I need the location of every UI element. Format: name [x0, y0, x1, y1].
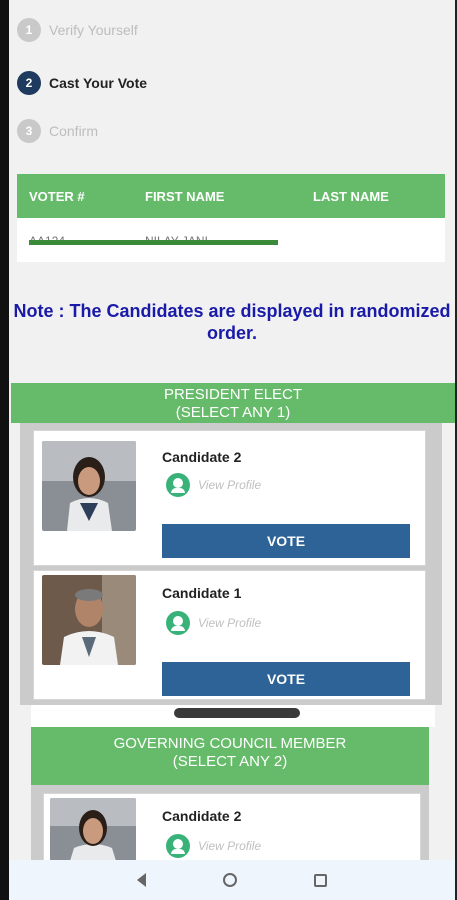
- device-frame-left: [0, 0, 9, 900]
- section-header-president-elect: PRESIDENT ELECT (SELECT ANY 1): [11, 383, 455, 423]
- voter-table-header: VOTER # FIRST NAME LAST NAME: [17, 174, 445, 218]
- section-title: PRESIDENT ELECT: [163, 386, 303, 403]
- vote-button[interactable]: VOTE: [162, 524, 410, 558]
- view-profile-label[interactable]: View Profile: [198, 478, 261, 492]
- redaction-line: [29, 240, 278, 245]
- step-number-badge: 3: [17, 119, 41, 143]
- view-profile-link[interactable]: View Profile: [166, 611, 261, 635]
- scroll-indicator: [174, 708, 300, 718]
- view-profile-link[interactable]: View Profile: [166, 834, 261, 858]
- candidate-name: Candidate 2: [162, 449, 242, 465]
- recents-icon[interactable]: [313, 873, 327, 887]
- back-icon[interactable]: [137, 873, 147, 887]
- section-subtitle: (SELECT ANY 1): [175, 404, 291, 421]
- view-profile-link[interactable]: View Profile: [166, 473, 261, 497]
- section-header-governing-council: GOVERNING COUNCIL MEMBER (SELECT ANY 2): [31, 727, 429, 785]
- step-number-badge: 1: [17, 18, 41, 42]
- home-icon[interactable]: [222, 873, 237, 887]
- view-profile-label[interactable]: View Profile: [198, 616, 261, 630]
- step-confirm: 3 Confirm: [17, 119, 98, 143]
- section-subtitle: (SELECT ANY 2): [172, 753, 288, 770]
- candidate-photo: [42, 575, 136, 665]
- user-profile-icon[interactable]: [166, 834, 190, 858]
- candidate-card: Candidate 2 View Profile: [43, 793, 421, 861]
- section-title: GOVERNING COUNCIL MEMBER: [113, 735, 347, 752]
- step-cast-your-vote: 2 Cast Your Vote: [17, 71, 147, 95]
- header-voter-number: VOTER #: [29, 188, 85, 204]
- candidate-card: Candidate 2 View Profile VOTE: [33, 430, 426, 566]
- vote-button[interactable]: VOTE: [162, 662, 410, 696]
- user-profile-icon[interactable]: [166, 473, 190, 497]
- voter-info-table: VOTER # FIRST NAME LAST NAME AA124 NILAY…: [17, 174, 445, 262]
- candidate-photo: [50, 798, 136, 861]
- step-verify-yourself: 1 Verify Yourself: [17, 18, 138, 42]
- step-label: Confirm: [49, 123, 99, 139]
- candidate-name: Candidate 2: [162, 808, 242, 824]
- candidate-name: Candidate 1: [162, 585, 242, 601]
- header-last-name: LAST NAME: [313, 188, 389, 204]
- user-profile-icon[interactable]: [166, 611, 190, 635]
- candidate-photo: [42, 441, 136, 531]
- step-label: Cast Your Vote: [49, 75, 148, 91]
- randomized-order-note: Note : The Candidates are displayed in r…: [13, 301, 451, 343]
- screen: 1 Verify Yourself 2 Cast Your Vote 3 Con…: [9, 0, 455, 900]
- step-number-badge: 2: [17, 71, 41, 95]
- header-first-name: FIRST NAME: [145, 188, 225, 204]
- system-navigation-bar: [9, 860, 455, 900]
- step-label: Verify Yourself: [49, 22, 138, 38]
- view-profile-label[interactable]: View Profile: [198, 839, 261, 853]
- candidate-card: Candidate 1 View Profile VOTE: [33, 570, 426, 700]
